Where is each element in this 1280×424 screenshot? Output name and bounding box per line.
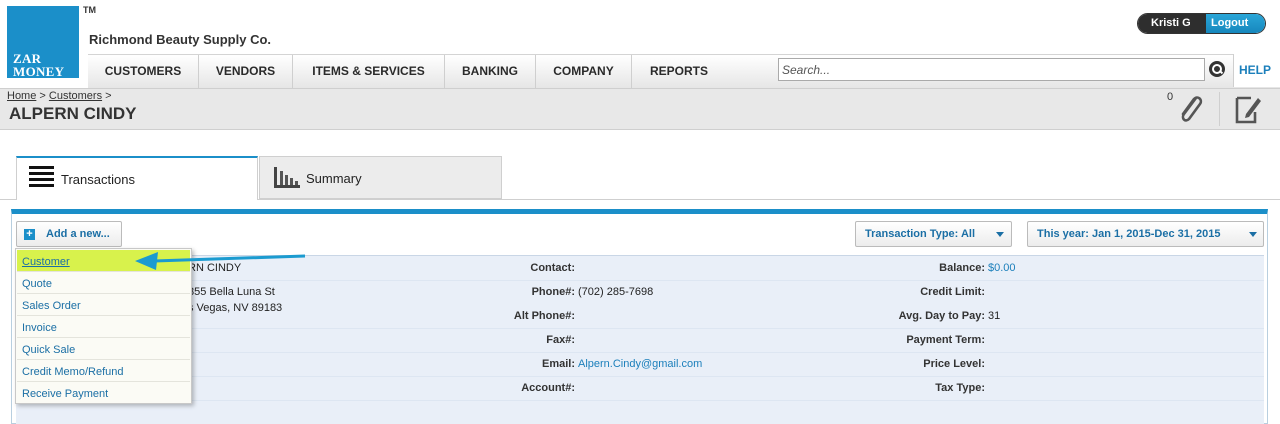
menu-item-sales-order[interactable]: Sales Order <box>17 294 190 316</box>
tab-summary[interactable]: Summary <box>259 156 502 199</box>
phone-label: Phone#: <box>531 286 575 298</box>
nav-banking[interactable]: BANKING <box>445 55 536 88</box>
date-range-label: This year: Jan 1, 2015-Dec 31, 2015 <box>1037 228 1221 240</box>
paperclip-icon[interactable] <box>1176 92 1206 128</box>
row-divider <box>16 328 1264 329</box>
plus-icon: + <box>24 229 35 240</box>
alt-phone-label: Alt Phone#: <box>513 310 575 322</box>
add-new-label: Add a new... <box>46 228 110 240</box>
breadcrumb: Home > Customers > <box>7 90 112 102</box>
edit-note-icon[interactable] <box>1233 92 1263 126</box>
balance-value[interactable]: $0.00 <box>988 262 1016 274</box>
annotation-arrow-icon <box>135 252 306 270</box>
menu-item-quick-sale[interactable]: Quick Sale <box>17 338 190 360</box>
menu-item-credit-memo[interactable]: Credit Memo/Refund <box>17 360 190 382</box>
chevron-down-icon <box>996 232 1004 237</box>
logo-text-line2: MONEY <box>13 64 65 79</box>
trademark-mark: TM <box>83 5 96 15</box>
menu-item-quote[interactable]: Quote <box>17 272 190 294</box>
list-icon <box>29 166 54 190</box>
company-name: Richmond Beauty Supply Co. <box>89 32 272 47</box>
balance-label: Balance: <box>939 262 985 274</box>
row-divider <box>16 400 1264 401</box>
search-input[interactable] <box>778 58 1205 81</box>
row-divider <box>16 280 1264 281</box>
phone-value: (702) 285-7698 <box>578 286 654 298</box>
help-link[interactable]: HELP <box>1233 54 1280 87</box>
breadcrumb-separator: > <box>36 90 49 102</box>
credit-limit-label: Credit Limit: <box>920 286 985 298</box>
add-new-button[interactable]: + Add a new... <box>16 221 122 247</box>
breadcrumb-home[interactable]: Home <box>7 90 36 102</box>
chevron-down-icon <box>1249 232 1257 237</box>
zarmoney-logo[interactable]: TM ZAR MONEY <box>7 5 96 79</box>
nav-company[interactable]: COMPANY <box>536 55 632 88</box>
price-level-label: Price Level: <box>923 358 985 370</box>
page-header-bar <box>0 88 1280 130</box>
customer-address-line2: s Vegas, NV 89183 <box>188 302 283 314</box>
bar-chart-icon <box>274 167 300 188</box>
logout-button[interactable]: Logout <box>1206 14 1265 33</box>
breadcrumb-trail: > <box>102 90 112 102</box>
attachment-count: 0 <box>1167 91 1174 103</box>
user-name[interactable]: Kristi G <box>1138 14 1206 33</box>
menu-item-invoice[interactable]: Invoice <box>17 316 190 338</box>
transaction-type-label: Transaction Type: All <box>865 228 976 240</box>
nav-customers[interactable]: CUSTOMERS <box>88 55 199 88</box>
row-divider <box>16 376 1264 377</box>
customer-address-line1: 855 Bella Luna St <box>188 286 275 298</box>
transaction-type-dropdown[interactable]: Transaction Type: All <box>855 221 1012 247</box>
payment-term-label: Payment Term: <box>906 334 985 346</box>
menu-item-receive-payment[interactable]: Receive Payment <box>17 382 190 404</box>
email-label: Email: <box>541 358 575 370</box>
icon-divider <box>1219 92 1220 126</box>
tax-type-label: Tax Type: <box>935 382 985 394</box>
nav-vendors[interactable]: VENDORS <box>199 55 293 88</box>
avg-day-label: Avg. Day to Pay: <box>898 310 985 322</box>
tab-summary-label: Summary <box>306 171 362 186</box>
user-menu: Kristi G Logout <box>1137 13 1266 34</box>
page-title: ALPERN CINDY <box>9 104 137 123</box>
nav-reports[interactable]: REPORTS <box>632 55 726 88</box>
tab-transactions[interactable]: Transactions <box>16 156 258 200</box>
date-range-dropdown[interactable]: This year: Jan 1, 2015-Dec 31, 2015 <box>1027 221 1264 247</box>
contact-label: Contact: <box>530 262 575 274</box>
email-link[interactable]: Alpern.Cindy@gmail.com <box>578 358 702 370</box>
fax-label: Fax#: <box>546 334 575 346</box>
account-label: Account#: <box>521 382 575 394</box>
nav-items-services[interactable]: ITEMS & SERVICES <box>293 55 445 88</box>
search-icon[interactable] <box>1209 61 1225 77</box>
avg-day-value: 31 <box>988 310 1001 322</box>
row-divider <box>16 352 1264 353</box>
breadcrumb-customers[interactable]: Customers <box>49 90 102 102</box>
tab-transactions-label: Transactions <box>61 172 135 187</box>
